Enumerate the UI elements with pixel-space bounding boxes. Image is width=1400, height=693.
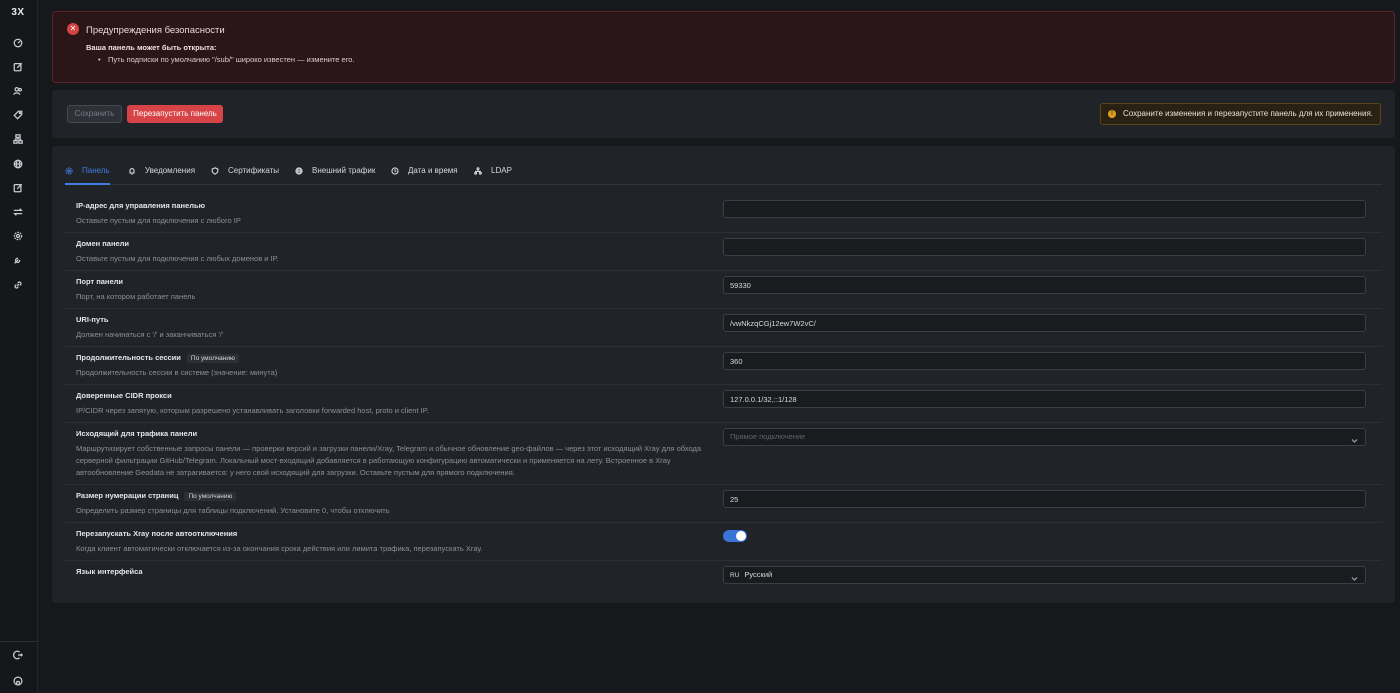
language-select[interactable]: RU Русский bbox=[723, 566, 1366, 584]
setting-description: Должен начинаться с '/' и заканчиваться … bbox=[76, 330, 224, 339]
panel-domain-input[interactable] bbox=[723, 238, 1366, 256]
wrench-icon[interactable] bbox=[12, 254, 24, 266]
setting-row-uri-path: URI-путь Должен начинаться с '/' и закан… bbox=[65, 309, 1382, 347]
link-icon[interactable] bbox=[12, 279, 24, 291]
bell-icon bbox=[129, 168, 135, 175]
alert-title: Предупреждения безопасности bbox=[86, 25, 225, 36]
chevron-down-icon bbox=[1351, 434, 1358, 443]
trusted-cidr-input[interactable] bbox=[723, 390, 1366, 408]
gear-icon bbox=[65, 167, 73, 175]
tag-icon[interactable] bbox=[12, 109, 24, 121]
setting-row-panel-domain: Домен панели Оставьте пустым для подключ… bbox=[65, 233, 1382, 271]
setting-title: Язык интерфейса bbox=[76, 567, 143, 576]
tab-notifications[interactable]: Уведомления bbox=[128, 166, 195, 185]
panel-outbound-select[interactable]: Прямое подключение bbox=[723, 428, 1366, 446]
clock-icon bbox=[391, 167, 399, 175]
panel-port-input[interactable] bbox=[723, 276, 1366, 294]
setting-row-panel-outbound: Исходящий для трафика панели Маршрутизир… bbox=[65, 423, 1382, 485]
setting-title: Доверенные CIDR прокси bbox=[76, 391, 172, 400]
routing-icon[interactable] bbox=[12, 206, 24, 218]
setting-description: Когда клиент автоматически отключается и… bbox=[76, 544, 483, 553]
alert-subtitle: Ваша панель может быть открыта: bbox=[86, 43, 217, 52]
session-duration-input[interactable] bbox=[723, 352, 1366, 370]
settings-tabs: Панель Уведомления Сертификаты Внешний т… bbox=[65, 160, 1382, 185]
uri-path-input[interactable] bbox=[723, 314, 1366, 332]
setting-title: IP-адрес для управления панелью bbox=[76, 201, 205, 210]
setting-row-session-duration: Продолжительность сессии По умолчанию Про… bbox=[65, 347, 1382, 385]
flag-ru-icon: RU bbox=[730, 572, 740, 579]
tab-panel[interactable]: Панель bbox=[65, 166, 110, 185]
default-badge: По умолчанию bbox=[186, 354, 239, 363]
setting-title: Домен панели bbox=[76, 239, 130, 248]
github-icon[interactable] bbox=[12, 675, 24, 687]
setting-title: Продолжительность сессии По умолчанию bbox=[76, 353, 239, 363]
shield-icon bbox=[211, 167, 219, 175]
setting-description: Оставьте пустым для подключения с любых … bbox=[76, 254, 279, 263]
setting-description: Порт, на котором работает панель bbox=[76, 292, 196, 301]
setting-description: Продолжительность сессии в системе (знач… bbox=[76, 368, 278, 377]
language-value: Русский bbox=[744, 570, 773, 579]
actions-card: Сохранить Перезапустить панель ! Сохрани… bbox=[52, 90, 1395, 138]
setting-row-restart-xray: Перезапускать Xray после автоотключения … bbox=[65, 523, 1382, 561]
tab-label: Внешний трафик bbox=[312, 166, 376, 175]
tab-certificates[interactable]: Сертификаты bbox=[211, 166, 279, 185]
tab-external-traffic[interactable]: Внешний трафик bbox=[295, 166, 375, 185]
sidebar: 3X bbox=[0, 0, 38, 693]
setting-description: Оставьте пустым для подключения с любого… bbox=[76, 216, 241, 225]
alert-item: Путь подписки по умолчанию "/sub/" широк… bbox=[98, 55, 355, 64]
tab-date-time[interactable]: Дата и время bbox=[391, 166, 458, 185]
setting-title-text: Размер нумерации страниц bbox=[76, 491, 179, 500]
select-placeholder: Прямое подключение bbox=[730, 432, 806, 441]
clients-icon[interactable] bbox=[12, 85, 24, 97]
save-button[interactable]: Сохранить bbox=[67, 105, 122, 123]
setting-description: Маршрутизирует собственные запросы панел… bbox=[76, 444, 702, 477]
setting-row-page-size: Размер нумерации страниц По умолчанию Опр… bbox=[65, 485, 1382, 523]
toggle-knob bbox=[736, 531, 746, 541]
inbounds-icon[interactable] bbox=[12, 61, 24, 73]
restart-warning-text: Сохраните изменения и перезапустите пане… bbox=[1122, 109, 1373, 118]
setting-title: URI-путь bbox=[76, 315, 109, 324]
setting-row-language: Язык интерфейса RU Русский bbox=[65, 561, 1382, 591]
tab-label: LDAP bbox=[491, 166, 512, 175]
logout-icon[interactable] bbox=[12, 649, 24, 661]
settings-icon[interactable] bbox=[12, 230, 24, 242]
chevron-down-icon bbox=[1351, 572, 1358, 581]
security-alert: ✕ Предупреждения безопасности Ваша панел… bbox=[52, 11, 1395, 83]
setting-description: Определить размер страницы для таблицы п… bbox=[76, 506, 390, 515]
restart-xray-toggle[interactable] bbox=[723, 530, 747, 542]
tab-label: Уведомления bbox=[145, 166, 196, 175]
tab-label: Панель bbox=[82, 166, 110, 175]
restart-panel-button[interactable]: Перезапустить панель bbox=[127, 105, 223, 123]
default-badge: По умолчанию bbox=[184, 492, 237, 501]
setting-title-text: Продолжительность сессии bbox=[76, 353, 181, 362]
settings-card: Панель Уведомления Сертификаты Внешний т… bbox=[52, 146, 1395, 603]
nodes-icon[interactable] bbox=[12, 133, 24, 145]
globe-icon[interactable] bbox=[12, 158, 24, 170]
dashboard-icon[interactable] bbox=[12, 37, 24, 49]
setting-row-panel-port: Порт панели Порт, на котором работает па… bbox=[65, 271, 1382, 309]
setting-title: Исходящий для трафика панели bbox=[76, 429, 198, 438]
page-size-input[interactable] bbox=[723, 490, 1366, 508]
panel-ip-input[interactable] bbox=[723, 200, 1366, 218]
warning-icon: ! bbox=[1107, 110, 1116, 118]
setting-description: IP/CIDR через запятую, которым разрешено… bbox=[76, 406, 429, 415]
setting-row-panel-ip: IP-адрес для управления панелью Оставьте… bbox=[65, 195, 1382, 233]
close-circle-icon: ✕ bbox=[67, 23, 79, 35]
sidebar-divider bbox=[0, 641, 38, 642]
network-icon bbox=[474, 167, 482, 175]
tab-label: Сертификаты bbox=[228, 166, 280, 175]
tab-label: Дата и время bbox=[408, 166, 458, 175]
setting-title: Порт панели bbox=[76, 277, 123, 286]
setting-title: Размер нумерации страниц По умолчанию bbox=[76, 491, 237, 501]
tab-ldap[interactable]: LDAP bbox=[474, 166, 512, 185]
restart-warning: ! Сохраните изменения и перезапустите па… bbox=[1099, 103, 1381, 125]
edit-icon[interactable] bbox=[12, 182, 24, 194]
setting-row-trusted-cidr: Доверенные CIDR прокси IP/CIDR через зап… bbox=[65, 385, 1382, 423]
brand-logo[interactable]: 3X bbox=[0, 7, 36, 18]
globe-icon bbox=[295, 167, 303, 175]
setting-title: Перезапускать Xray после автоотключения bbox=[76, 529, 238, 538]
